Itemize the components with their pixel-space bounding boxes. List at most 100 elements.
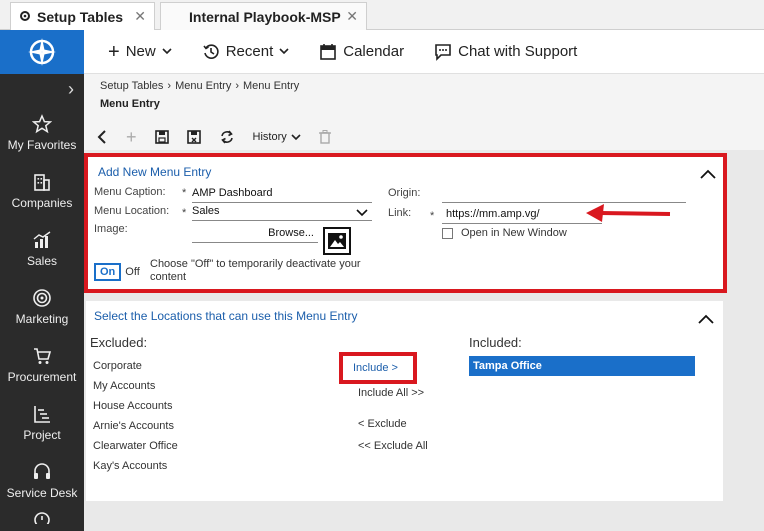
required-mark: * — [182, 187, 187, 199]
new-button[interactable]: + New — [108, 40, 172, 63]
back-icon[interactable] — [96, 130, 108, 144]
building-icon — [34, 174, 50, 191]
calendar-icon — [320, 43, 337, 60]
chevron-down-icon — [291, 133, 301, 140]
location-value: Sales — [192, 205, 220, 217]
list-item-selected[interactable]: Tampa Office — [469, 356, 695, 376]
page-title: Menu Entry — [100, 98, 160, 110]
tab-setup-tables[interactable]: Setup Tables ✕ — [10, 2, 155, 30]
chevron-right-icon: › — [235, 80, 239, 92]
include-all-button[interactable]: Include All >> — [358, 387, 424, 399]
recent-label: Recent — [225, 43, 274, 60]
close-icon[interactable]: ✕ — [346, 8, 358, 25]
list-item[interactable]: My Accounts — [93, 380, 155, 392]
sidebar-item-favorites[interactable]: My Favorites — [0, 104, 84, 162]
caption-input[interactable]: AMP Dashboard — [192, 187, 372, 203]
chart-icon — [33, 231, 51, 248]
clock-list-icon — [34, 512, 50, 524]
sidebar-item-label: Marketing — [15, 312, 69, 326]
history-dropdown[interactable]: History — [253, 131, 301, 143]
chevron-down-icon — [356, 209, 368, 217]
tab-strip: Setup Tables ✕ Internal Playbook-MSP ✕ — [0, 0, 764, 30]
image-icon[interactable] — [323, 227, 351, 255]
origin-label: Origin: — [388, 187, 421, 199]
sidebar-item-label: Procurement — [7, 370, 77, 384]
history-icon — [203, 43, 219, 59]
tab-label: Internal Playbook-MSP — [189, 8, 341, 25]
locations-title: Select the Locations that can use this M… — [94, 309, 358, 323]
link-input[interactable]: https://mm.amp.vg/ — [442, 208, 602, 224]
chevron-right-icon: › — [167, 80, 172, 92]
close-icon[interactable]: ✕ — [134, 8, 146, 25]
origin-input[interactable] — [442, 187, 686, 203]
checkbox-box[interactable] — [442, 227, 453, 239]
sidebar-item-label: Project — [23, 428, 61, 442]
form-title: Add New Menu Entry — [98, 165, 212, 179]
list-item[interactable]: House Accounts — [93, 400, 173, 412]
expand-sidebar-icon[interactable]: › — [0, 74, 84, 104]
sidebar-item-project[interactable]: Project — [0, 394, 84, 452]
toggle-on[interactable]: On — [94, 263, 122, 281]
required-mark: * — [182, 207, 187, 219]
target-icon — [33, 289, 51, 307]
save-close-icon[interactable] — [186, 130, 201, 144]
image-label: Image: — [94, 223, 128, 235]
history-label: History — [252, 131, 287, 143]
headset-icon — [34, 463, 50, 479]
cart-icon — [34, 348, 52, 364]
sidebar-item-more[interactable] — [0, 510, 84, 530]
breadcrumb-link[interactable]: Setup Tables — [100, 80, 163, 92]
chevron-down-icon — [279, 48, 289, 55]
chevron-down-icon — [162, 48, 172, 55]
toggle-hint: Choose "Off" to temporarily deactivate y… — [150, 258, 361, 283]
plus-icon: + — [108, 40, 120, 63]
chat-label: Chat with Support — [458, 43, 578, 60]
delete-icon[interactable] — [318, 130, 331, 144]
app-logo[interactable] — [0, 30, 84, 74]
calendar-button[interactable]: Calendar — [319, 43, 404, 61]
top-toolbar: + New Recent Calendar Chat with Support — [84, 30, 764, 74]
sidebar-item-label: My Favorites — [7, 138, 77, 152]
action-toolbar: + History — [84, 124, 764, 150]
location-label: Menu Location: — [94, 205, 170, 217]
list-item[interactable]: Kay's Accounts — [93, 460, 167, 472]
location-select[interactable]: Sales — [192, 205, 372, 221]
sidebar-item-label: Companies — [11, 196, 73, 210]
refresh-icon[interactable] — [219, 130, 235, 144]
new-window-checkbox[interactable]: Open in New Window — [442, 227, 567, 239]
excluded-label: Excluded: — [90, 335, 148, 350]
save-icon[interactable] — [154, 130, 169, 144]
sidebar-item-marketing[interactable]: Marketing — [0, 278, 84, 336]
exclude-button[interactable]: < Exclude — [358, 418, 407, 430]
gear-icon — [19, 9, 31, 25]
add-icon[interactable]: + — [126, 128, 137, 146]
menu-entry-form-panel: Add New Menu Entry Menu Caption: * AMP D… — [84, 153, 727, 293]
sidebar: › My Favorites Companies Sales Marketing… — [0, 30, 84, 531]
sidebar-item-label: Service Desk — [6, 486, 78, 500]
red-arrow-annotation — [586, 204, 671, 222]
include-button[interactable]: Include > — [339, 352, 417, 384]
breadcrumb-link[interactable]: Menu Entry — [175, 80, 231, 92]
recent-button[interactable]: Recent — [202, 43, 290, 61]
compass-logo-icon — [28, 38, 56, 66]
sidebar-item-sales[interactable]: Sales — [0, 220, 84, 278]
chat-support-button[interactable]: Chat with Support — [434, 43, 577, 61]
browse-button[interactable]: Browse... — [192, 227, 318, 243]
sidebar-item-label: Sales — [26, 254, 58, 268]
required-mark: * — [430, 210, 435, 222]
new-window-label: Open in New Window — [461, 227, 567, 239]
project-icon — [34, 406, 50, 423]
exclude-all-button[interactable]: << Exclude All — [358, 440, 428, 452]
active-toggle[interactable]: On Off — [94, 263, 140, 281]
toggle-off[interactable]: Off — [125, 266, 139, 278]
collapse-icon[interactable] — [698, 314, 714, 324]
sidebar-item-companies[interactable]: Companies — [0, 162, 84, 220]
tab-internal-playbook[interactable]: Internal Playbook-MSP ✕ — [160, 2, 367, 30]
sidebar-item-procurement[interactable]: Procurement — [0, 336, 84, 394]
collapse-icon[interactable] — [700, 169, 716, 179]
sidebar-item-service-desk[interactable]: Service Desk — [0, 452, 84, 510]
list-item[interactable]: Corporate — [93, 360, 142, 372]
list-item[interactable]: Clearwater Office — [93, 440, 178, 452]
caption-label: Menu Caption: — [94, 186, 166, 198]
list-item[interactable]: Arnie's Accounts — [93, 420, 174, 432]
